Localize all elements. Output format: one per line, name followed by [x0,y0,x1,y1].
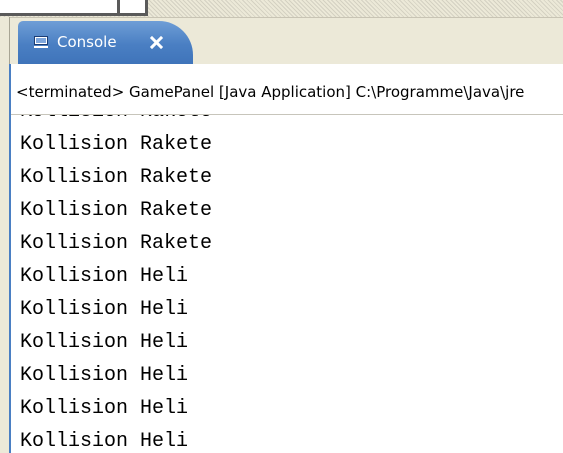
console-output-line: Kollision Rakete [20,232,213,255]
close-icon[interactable] [150,36,163,49]
console-output-line: Kollision Heli [20,397,189,420]
console-output-line: Kollision Rakete [20,133,213,156]
tab-console[interactable]: Console [18,21,193,64]
console-output-line: Kollision Heli [20,298,189,321]
console-status-bar: <terminated> GamePanel [Java Application… [11,64,563,115]
console-output-line: Kollision Heli [20,265,189,288]
top-view-divider [117,0,120,13]
console-output-line: Kollision Heli [20,430,189,453]
console-view: <terminated> GamePanel [Java Application… [9,64,563,453]
console-output[interactable]: Kollision Rakete Kollision Rakete Kollisio… [11,115,563,453]
console-output-line: Kollision Rakete [20,199,213,222]
top-view-panel [0,0,148,16]
process-status-text: <terminated> GamePanel [Java Application… [16,83,525,101]
console-output-lines: Kollision Rakete Kollision Rakete Kollisio… [20,115,212,453]
console-output-line: Kollision Rakete [20,115,212,128]
top-view-strip [0,0,563,17]
console-output-line: Kollision Heli [20,331,189,354]
console-output-line: Kollision Heli [20,364,189,387]
console-icon [34,36,48,48]
console-output-line: Kollision Rakete [20,166,213,189]
tab-console-label: Console [57,33,117,51]
